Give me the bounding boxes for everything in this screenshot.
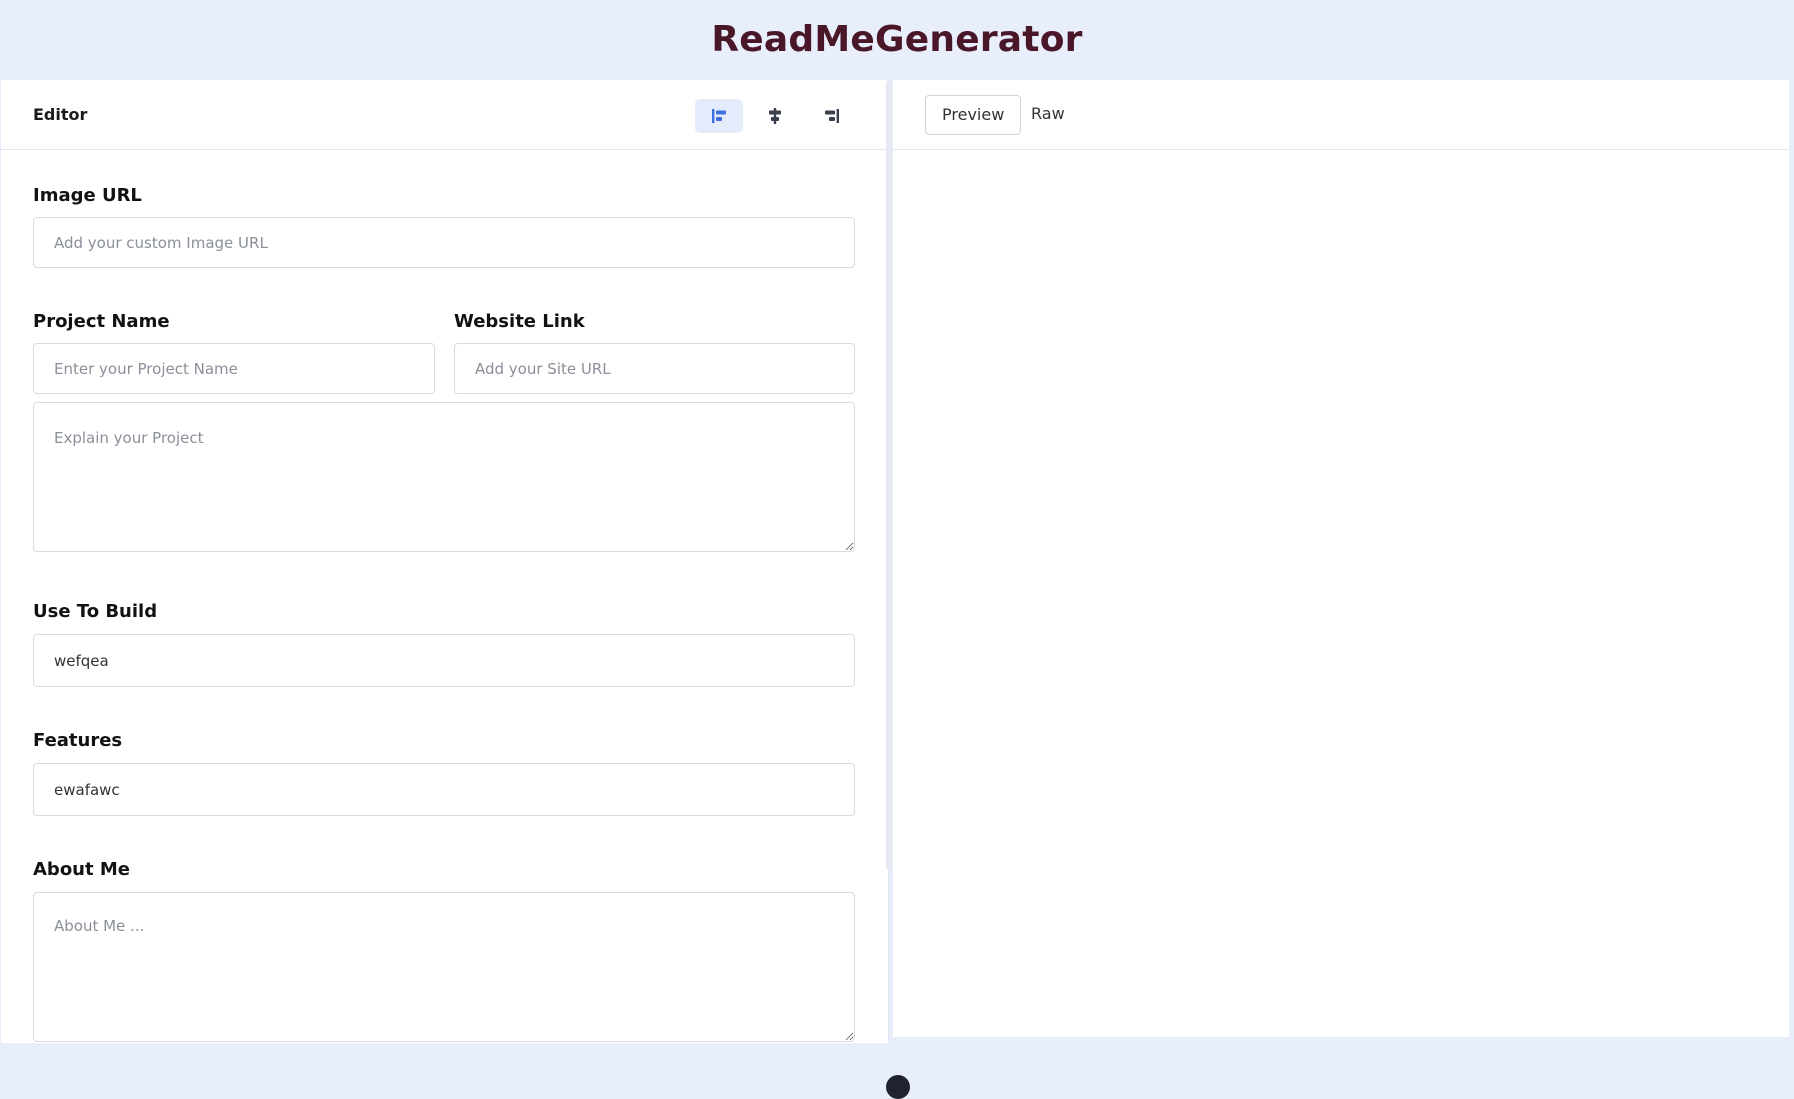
app-title: ReadMeGenerator: [711, 19, 1083, 60]
preview-panel: Preview Raw: [893, 80, 1789, 1037]
align-center-button[interactable]: [751, 99, 799, 133]
editor-panel: Editor Image URL Project Nam: [1, 80, 889, 1043]
editor-scrollbar[interactable]: [886, 80, 892, 870]
use-to-build-input[interactable]: [33, 634, 855, 687]
preview-content: [893, 151, 1789, 1037]
align-left-button[interactable]: [695, 99, 743, 133]
about-me-label: About Me: [33, 859, 130, 880]
features-input[interactable]: [33, 763, 855, 816]
use-to-build-label: Use To Build: [33, 601, 158, 622]
tab-raw[interactable]: Raw: [1015, 95, 1081, 135]
align-left-icon: [712, 109, 726, 123]
editor-header: Editor: [1, 80, 888, 150]
website-link-input[interactable]: [454, 343, 855, 394]
project-name-label: Project Name: [33, 311, 170, 332]
preview-header: Preview Raw: [893, 80, 1789, 150]
website-link-label: Website Link: [454, 311, 585, 332]
features-label: Features: [33, 730, 123, 751]
align-center-icon: [769, 108, 781, 124]
about-me-textarea[interactable]: [33, 892, 855, 1042]
project-name-input[interactable]: [33, 343, 435, 394]
project-description-textarea[interactable]: [33, 402, 855, 552]
app-header: ReadMeGenerator: [0, 0, 1794, 79]
align-right-icon: [825, 109, 839, 123]
tab-preview[interactable]: Preview: [925, 95, 1022, 135]
align-right-button[interactable]: [808, 99, 856, 133]
image-url-label: Image URL: [33, 185, 142, 206]
footer-icon: [886, 1075, 910, 1099]
editor-title: Editor: [33, 105, 88, 124]
image-url-input[interactable]: [33, 217, 855, 268]
